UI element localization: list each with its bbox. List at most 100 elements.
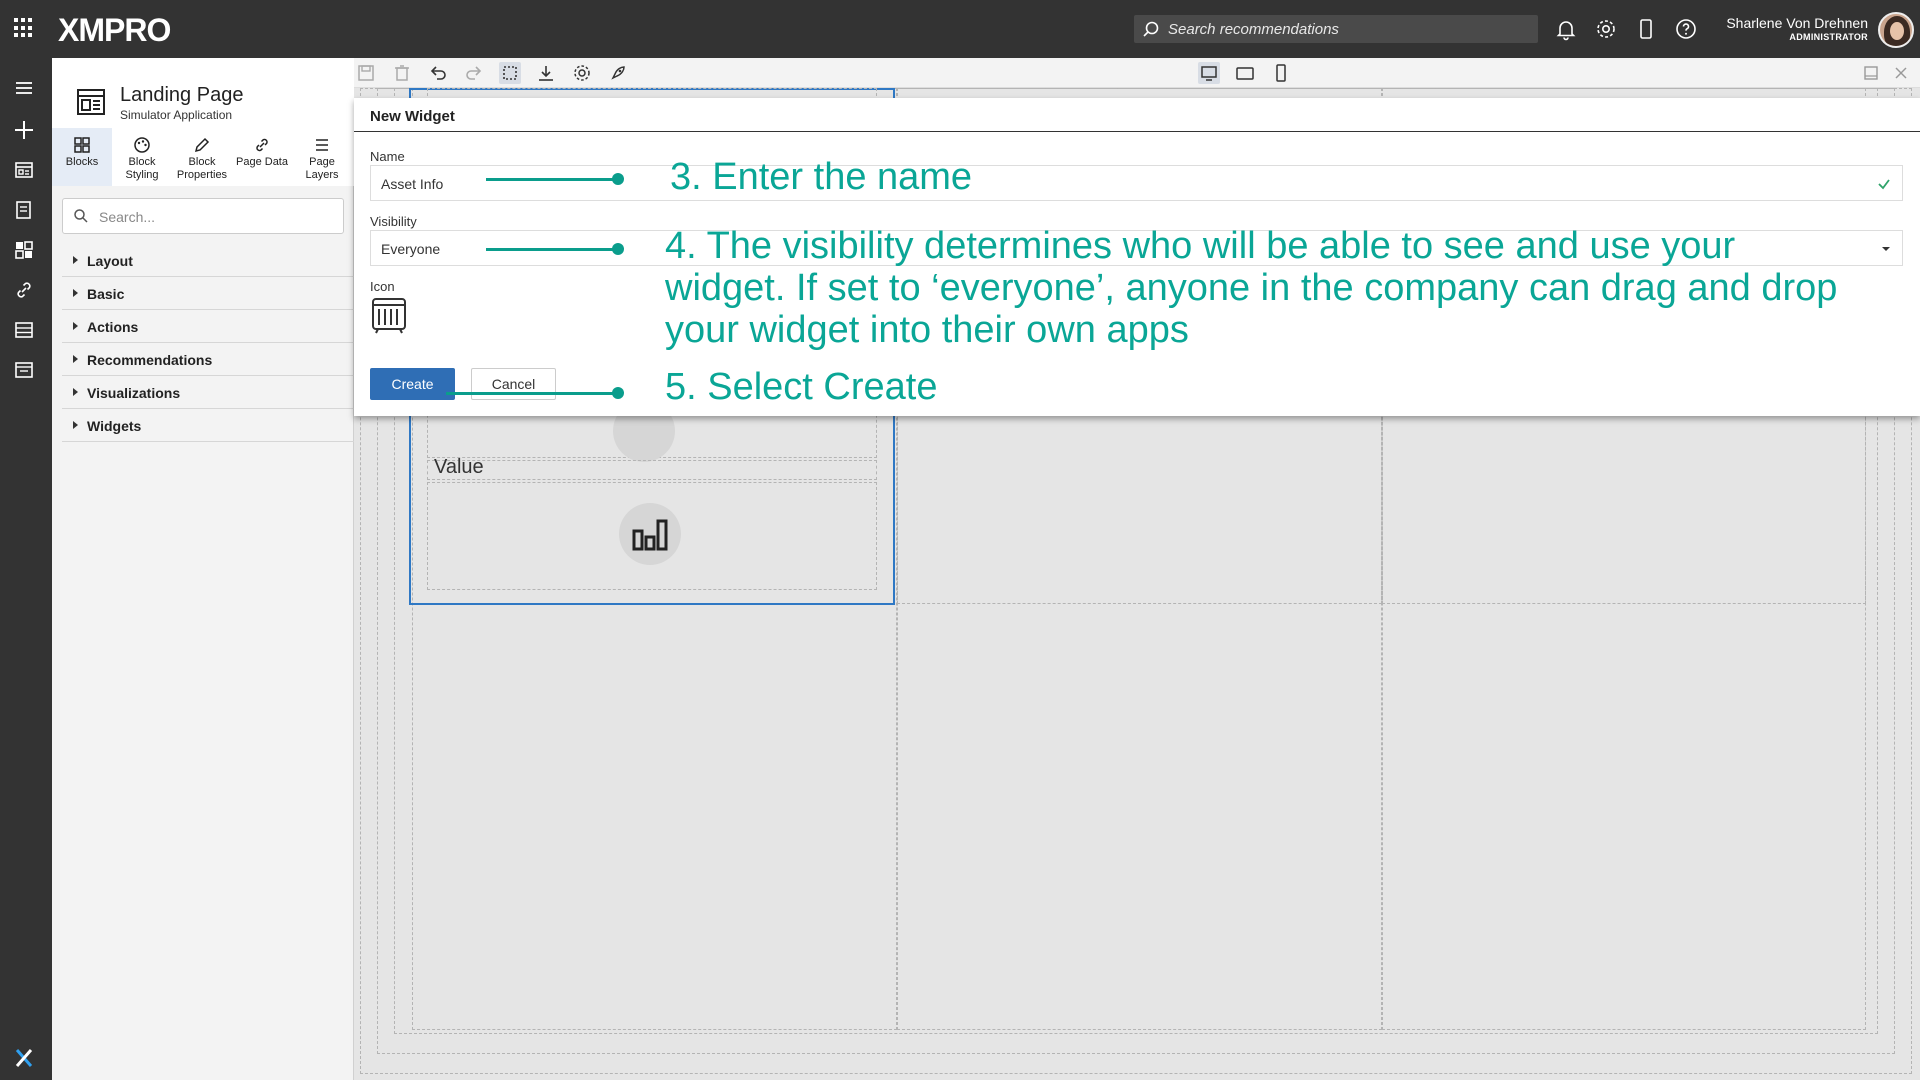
tab-label: Page Layers xyxy=(305,156,339,181)
link-icon xyxy=(256,138,268,152)
search-recommendations-input[interactable]: Search recommendations xyxy=(1134,15,1538,43)
panel-tabs: Blocks Block Styling Block Properties Pa… xyxy=(52,128,354,186)
link-icon[interactable] xyxy=(12,278,36,302)
annotation-connector-create xyxy=(446,392,620,395)
category-label: Actions xyxy=(87,319,139,335)
delete-icon[interactable] xyxy=(391,62,413,84)
create-button[interactable]: Create xyxy=(370,368,455,400)
pencil-icon xyxy=(194,137,210,153)
close-icon[interactable] xyxy=(1890,62,1912,84)
check-icon xyxy=(1878,179,1890,190)
page-icon[interactable] xyxy=(12,358,36,382)
page-title: Landing Page xyxy=(120,84,244,106)
search-placeholder: Search recommendations xyxy=(1168,21,1339,38)
blocks-search-input[interactable]: Search... xyxy=(62,198,344,234)
tab-label: Block Properties xyxy=(176,156,228,181)
avatar[interactable] xyxy=(1878,12,1914,48)
settings-icon[interactable] xyxy=(571,62,593,84)
tab-label: Blocks xyxy=(65,156,99,168)
redo-icon[interactable] xyxy=(463,62,485,84)
category-widgets[interactable]: Widgets xyxy=(62,409,354,442)
tab-block-properties[interactable]: Block Properties xyxy=(172,128,232,186)
tab-page-data[interactable]: Page Data xyxy=(232,128,292,186)
bell-icon[interactable] xyxy=(1554,17,1578,41)
help-icon[interactable] xyxy=(1674,17,1698,41)
user-role: ADMINISTRATOR xyxy=(1789,32,1868,42)
search-icon xyxy=(1143,21,1159,37)
download-icon[interactable] xyxy=(535,62,557,84)
bar-chart-icon xyxy=(632,519,668,551)
save-icon[interactable] xyxy=(355,62,377,84)
annotation-step-4-line-1: 4. The visibility determines who will be… xyxy=(665,225,1736,267)
category-layout[interactable]: Layout xyxy=(62,244,354,277)
apps-icon[interactable] xyxy=(12,158,36,182)
expand-arrow-icon xyxy=(73,289,78,297)
rocket-icon[interactable] xyxy=(607,62,629,84)
app-launcher-icon[interactable] xyxy=(14,18,34,38)
icon-label: Icon xyxy=(370,279,395,294)
chart-placeholder-circle xyxy=(619,503,681,565)
undo-icon[interactable] xyxy=(427,62,449,84)
category-recommendations[interactable]: Recommendations xyxy=(62,343,354,376)
value-label-block[interactable] xyxy=(427,460,877,480)
value-label: Value xyxy=(434,456,484,478)
expand-arrow-icon xyxy=(73,256,78,264)
user-name[interactable]: Sharlene Von Drehnen xyxy=(1726,15,1868,31)
cancel-button[interactable]: Cancel xyxy=(471,368,556,400)
page-subtitle: Simulator Application xyxy=(120,108,233,122)
annotation-step-4-line-3: your widget into their own apps xyxy=(665,309,1189,351)
category-label: Visualizations xyxy=(87,385,181,401)
tab-blocks[interactable]: Blocks xyxy=(52,128,112,186)
xmpro-x-icon[interactable] xyxy=(12,1046,36,1070)
book-icon[interactable] xyxy=(12,198,36,222)
mobile-view-icon[interactable] xyxy=(1270,62,1292,84)
annotation-step-4-line-2: widget. If set to ‘everyone’, anyone in … xyxy=(665,267,1838,309)
grid-icon xyxy=(74,137,90,153)
desktop-view-icon[interactable] xyxy=(1198,62,1220,84)
page-layout-icon xyxy=(77,89,105,115)
gear-icon[interactable] xyxy=(1594,17,1618,41)
annotation-step-3: 3. Enter the name xyxy=(670,156,973,198)
builder-panel: Landing Page Simulator Application Block… xyxy=(52,58,354,1080)
name-label: Name xyxy=(370,149,405,164)
annotation-connector-name xyxy=(486,178,620,181)
layers-icon xyxy=(316,139,328,151)
maximize-icon[interactable] xyxy=(1860,62,1882,84)
annotation-dot-name xyxy=(612,173,624,185)
select-area-icon[interactable] xyxy=(499,62,521,84)
tab-block-styling[interactable]: Block Styling xyxy=(112,128,172,186)
category-basic[interactable]: Basic xyxy=(62,277,354,310)
table-icon[interactable] xyxy=(12,318,36,342)
search-placeholder: Search... xyxy=(99,209,156,225)
mobile-icon[interactable] xyxy=(1634,17,1658,41)
category-label: Recommendations xyxy=(87,352,213,368)
category-label: Widgets xyxy=(87,418,142,434)
divider xyxy=(354,131,1920,132)
category-visualizations[interactable]: Visualizations xyxy=(62,376,354,409)
tablet-view-icon[interactable] xyxy=(1234,62,1256,84)
xmpro-logo[interactable]: XMPRO xyxy=(58,12,171,49)
expand-arrow-icon xyxy=(73,322,78,330)
palette-icon xyxy=(134,137,150,153)
top-bar: XMPRO Search recommendations Sharlene Vo… xyxy=(0,0,1920,58)
category-label: Layout xyxy=(87,253,133,269)
page-header: Landing Page Simulator Application xyxy=(52,58,354,128)
visibility-label: Visibility xyxy=(370,214,417,229)
tab-page-layers[interactable]: Page Layers xyxy=(292,128,352,186)
tab-label: Page Data xyxy=(236,156,288,168)
widget-icon-preview[interactable] xyxy=(370,295,410,335)
annotation-connector-visibility xyxy=(486,248,620,251)
annotation-step-5: 5. Select Create xyxy=(665,366,938,408)
expand-arrow-icon xyxy=(73,421,78,429)
search-icon xyxy=(74,209,88,223)
dashboard-icon[interactable] xyxy=(12,238,36,262)
left-rail xyxy=(0,58,52,1080)
tab-label: Block Styling xyxy=(125,156,159,181)
category-actions[interactable]: Actions xyxy=(62,310,354,343)
menu-icon[interactable] xyxy=(12,76,36,100)
dialog-title: New Widget xyxy=(370,108,455,125)
annotation-dot-create xyxy=(612,387,624,399)
chevron-down-icon xyxy=(1882,247,1890,251)
add-icon[interactable] xyxy=(12,118,36,142)
name-field[interactable]: Asset Info xyxy=(370,165,1903,201)
